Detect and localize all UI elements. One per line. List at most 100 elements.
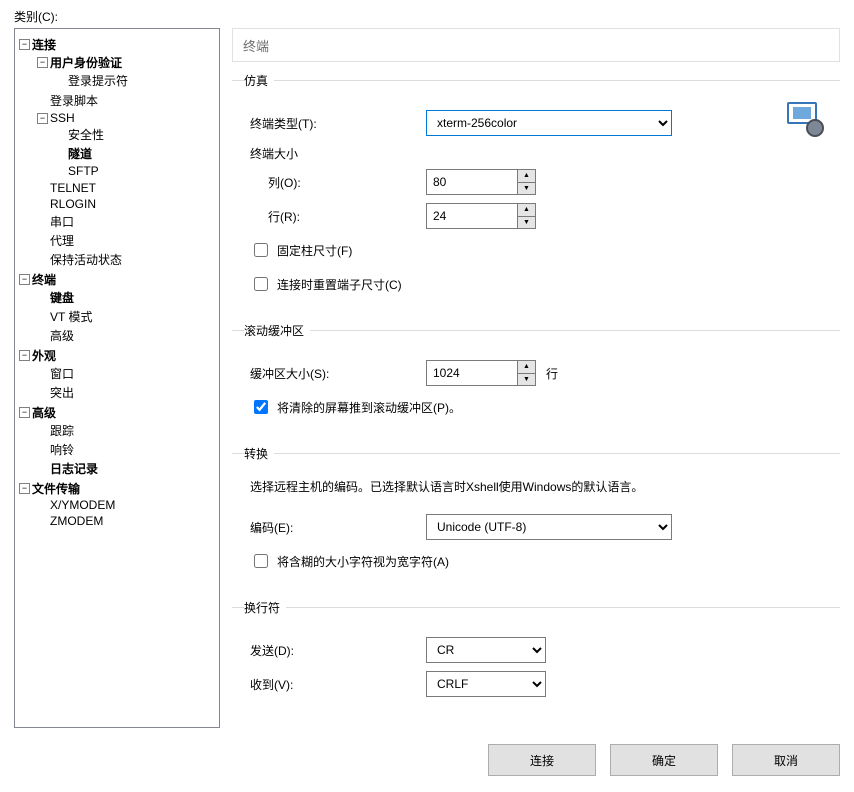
ambiguous-wide-label: 将含糊的大小字符视为宽字符(A) — [277, 553, 449, 570]
tree-label: 文件传输 — [32, 480, 80, 497]
tree-item-keepalive[interactable]: 保持活动状态 — [37, 251, 215, 268]
rows-label: 行(R): — [250, 208, 426, 225]
group-legend: 仿真 — [244, 72, 274, 89]
ambiguous-wide-checkbox[interactable] — [254, 554, 268, 568]
tree-item-file-transfer[interactable]: − 文件传输 — [19, 480, 215, 497]
tree-item-highlight[interactable]: 突出 — [37, 384, 215, 401]
columns-spinner[interactable]: ▲▼ — [426, 169, 536, 195]
collapse-icon[interactable]: − — [19, 350, 30, 361]
tree-label: VT 模式 — [50, 308, 92, 325]
push-cleared-label: 将清除的屏幕推到滚动缓冲区(P)。 — [277, 399, 461, 416]
tree-item-trace[interactable]: 跟踪 — [37, 422, 215, 439]
tree-label: 连接 — [32, 36, 56, 53]
collapse-icon[interactable]: − — [37, 113, 48, 124]
tree-label: 串口 — [50, 213, 74, 230]
tree-item-tunnel[interactable]: 隧道 — [55, 145, 215, 162]
terminal-type-select[interactable]: xterm-256color — [426, 110, 672, 136]
tree-label: 响铃 — [50, 441, 74, 458]
tree-item-rlogin[interactable]: RLOGIN — [37, 197, 215, 211]
tree-item-logging[interactable]: 日志记录 — [37, 460, 215, 477]
connect-button[interactable]: 连接 — [488, 744, 596, 776]
tree-label: 用户身份验证 — [50, 54, 122, 71]
tree-item-keyboard[interactable]: 键盘 — [37, 289, 215, 306]
encoding-select[interactable]: Unicode (UTF-8) — [426, 514, 672, 540]
tree-item-appearance[interactable]: − 外观 — [19, 347, 215, 364]
rows-spinner[interactable]: ▲▼ — [426, 203, 536, 229]
tree-item-vtmode[interactable]: VT 模式 — [37, 308, 215, 325]
tree-item-advanced-term[interactable]: 高级 — [37, 327, 215, 344]
tree-item-login-script[interactable]: 登录脚本 — [37, 92, 215, 109]
tree-item-auth[interactable]: − 用户身份验证 — [37, 54, 215, 71]
columns-label: 列(O): — [250, 174, 426, 191]
tree-label: 外观 — [32, 347, 56, 364]
tree-item-proxy[interactable]: 代理 — [37, 232, 215, 249]
fixed-columns-checkbox[interactable] — [254, 243, 268, 257]
spin-down-icon[interactable]: ▼ — [518, 183, 535, 195]
settings-panel: 终端 仿真 终端类型(T): xterm-256color 终端大小 列(O):… — [232, 28, 840, 722]
tree-label: 隧道 — [68, 145, 92, 162]
tree-item-sftp[interactable]: SFTP — [55, 164, 215, 178]
tree-label: TELNET — [50, 181, 96, 195]
group-legend: 滚动缓冲区 — [244, 322, 310, 339]
spin-down-icon[interactable]: ▼ — [518, 217, 535, 229]
tree-item-login-prompt[interactable]: 登录提示符 — [55, 72, 215, 89]
tree-item-advanced[interactable]: − 高级 — [19, 404, 215, 421]
category-tree[interactable]: − 连接 − 用户身份验证 登录提示符 登录脚本 − S — [14, 28, 220, 728]
recv-label: 收到(V): — [250, 676, 426, 693]
collapse-icon[interactable]: − — [19, 274, 30, 285]
push-cleared-checkbox[interactable] — [254, 400, 268, 414]
tree-label: 安全性 — [68, 126, 104, 143]
category-label: 类别(C): — [14, 8, 58, 25]
encoding-label: 编码(E): — [250, 519, 426, 536]
reset-size-label: 连接时重置端子尺寸(C) — [277, 276, 402, 293]
tree-label: 高级 — [50, 327, 74, 344]
tree-item-telnet[interactable]: TELNET — [37, 181, 215, 195]
tree-label: X/YMODEM — [50, 498, 115, 512]
panel-title: 终端 — [232, 28, 840, 62]
tree-label: 突出 — [50, 384, 74, 401]
cancel-button[interactable]: 取消 — [732, 744, 840, 776]
rows-input[interactable] — [427, 204, 517, 228]
collapse-icon[interactable]: − — [19, 483, 30, 494]
send-label: 发送(D): — [250, 642, 426, 659]
ok-button[interactable]: 确定 — [610, 744, 718, 776]
spin-down-icon[interactable]: ▼ — [518, 374, 535, 386]
tree-label: SFTP — [68, 164, 99, 178]
tree-label: 日志记录 — [50, 460, 98, 477]
tree-item-serial[interactable]: 串口 — [37, 213, 215, 230]
tree-label: 高级 — [32, 404, 56, 421]
buffer-size-spinner[interactable]: ▲▼ — [426, 360, 536, 386]
send-select[interactable]: CR — [426, 637, 546, 663]
tree-item-bell[interactable]: 响铃 — [37, 441, 215, 458]
tree-item-zmodem[interactable]: ZMODEM — [37, 514, 215, 528]
group-legend: 换行符 — [244, 599, 286, 616]
terminal-size-label: 终端大小 — [250, 145, 830, 162]
group-legend: 转换 — [244, 445, 274, 462]
tree-item-terminal[interactable]: − 终端 — [19, 271, 215, 288]
tree-label: 窗口 — [50, 365, 74, 382]
recv-select[interactable]: CRLF — [426, 671, 546, 697]
spin-up-icon[interactable]: ▲ — [518, 204, 535, 217]
collapse-icon[interactable]: − — [19, 407, 30, 418]
tree-label: 保持活动状态 — [50, 251, 122, 268]
spin-up-icon[interactable]: ▲ — [518, 170, 535, 183]
terminal-settings-icon — [782, 93, 822, 133]
tree-item-ssh[interactable]: − SSH — [37, 111, 215, 125]
tree-label: ZMODEM — [50, 514, 103, 528]
dialog-buttons: 连接 确定 取消 — [488, 744, 840, 776]
tree-item-window[interactable]: 窗口 — [37, 365, 215, 382]
collapse-icon[interactable]: − — [19, 39, 30, 50]
spin-up-icon[interactable]: ▲ — [518, 361, 535, 374]
tree-label: 跟踪 — [50, 422, 74, 439]
reset-size-checkbox[interactable] — [254, 277, 268, 291]
columns-input[interactable] — [427, 170, 517, 194]
tree-item-xymodem[interactable]: X/YMODEM — [37, 498, 215, 512]
collapse-icon[interactable]: − — [37, 57, 48, 68]
buffer-size-input[interactable] — [427, 361, 517, 385]
buffer-size-label: 缓冲区大小(S): — [250, 365, 426, 382]
tree-item-connection[interactable]: − 连接 — [19, 36, 215, 53]
fixed-columns-label: 固定柱尺寸(F) — [277, 242, 352, 259]
tree-label: 终端 — [32, 271, 56, 288]
tree-label: 登录脚本 — [50, 92, 98, 109]
tree-item-security[interactable]: 安全性 — [55, 126, 215, 143]
